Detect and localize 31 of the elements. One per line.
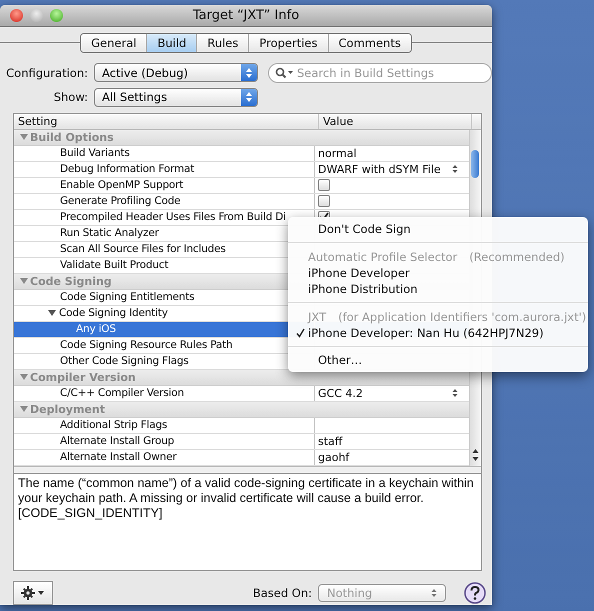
setting-name: Alternate Install Group <box>60 435 174 448</box>
window-title: Target “JXT” Info <box>192 8 300 24</box>
setting-name: C/C++ Compiler Version <box>60 387 184 400</box>
field-label: Show: <box>52 90 88 104</box>
setting-name: Build Variants <box>60 147 130 160</box>
setting-name: Generate Profiling Code <box>60 195 180 208</box>
setting-name: Code Signing Entitlements <box>60 291 194 304</box>
setting-value: gaohf <box>318 450 350 464</box>
setting-name: Additional Strip Flags <box>60 419 168 432</box>
setting-name: Run Static Analyzer <box>60 227 159 240</box>
setting-name: Debug Information Format <box>60 163 194 176</box>
setting-name: Code Signing Resource Rules Path <box>60 339 233 352</box>
group-title: Build Options <box>30 130 114 144</box>
field-label: Based On: <box>252 586 312 600</box>
setting-name: Validate Built Product <box>60 259 168 272</box>
setting-name: Other Code Signing Flags <box>60 355 189 368</box>
menu-section-header: JXT <box>308 310 326 324</box>
setting-name: Scan All Source Files for Includes <box>60 243 226 256</box>
setting-name: Any iOS <box>76 323 116 336</box>
setting-name: Precompiled Header Uses Files From Build Di <box>60 211 286 224</box>
setting-name: Enable OpenMP Support <box>60 179 184 192</box>
group-title: Code Signing <box>30 274 112 288</box>
setting-name: Alternate Install Owner <box>60 451 176 464</box>
group-title: Deployment <box>30 402 105 416</box>
setting-value: staff <box>318 434 342 448</box>
setting-value: normal <box>318 146 357 160</box>
setting-name: Code Signing Identity <box>59 307 168 320</box>
group-title: Compiler Version <box>30 370 136 384</box>
description-text: The name (“common name”) of a valid code-signing certificate in a keychain within your keychain path. A missing or invalid certificate will cause a build error. [CODE_SIGN_IDENTITY] <box>18 476 474 520</box>
field-label: Configuration: <box>5 66 88 80</box>
menu-section-note: (Recommended) <box>469 250 565 264</box>
